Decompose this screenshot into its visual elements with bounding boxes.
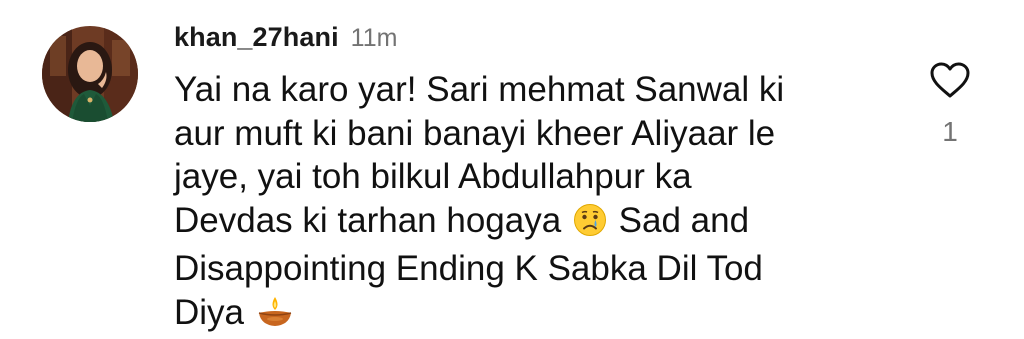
comment-item: khan_27hani 11m Yai na karo yar! Sari me… xyxy=(0,0,1024,337)
crying-face-icon xyxy=(573,203,607,248)
comment-text: Yai na karo yar! Sari mehmat Sanwal ki a… xyxy=(174,68,874,339)
comment-meta: khan_27hani 11m xyxy=(174,22,397,58)
username[interactable]: khan_27hani xyxy=(174,22,339,53)
timestamp: 11m xyxy=(351,24,398,53)
avatar[interactable] xyxy=(42,26,138,122)
like-button[interactable] xyxy=(926,58,974,106)
like-count[interactable]: 1 xyxy=(926,116,974,148)
diya-lamp-icon xyxy=(256,295,294,339)
heart-outline-icon xyxy=(928,60,972,105)
avatar-image xyxy=(42,26,138,122)
